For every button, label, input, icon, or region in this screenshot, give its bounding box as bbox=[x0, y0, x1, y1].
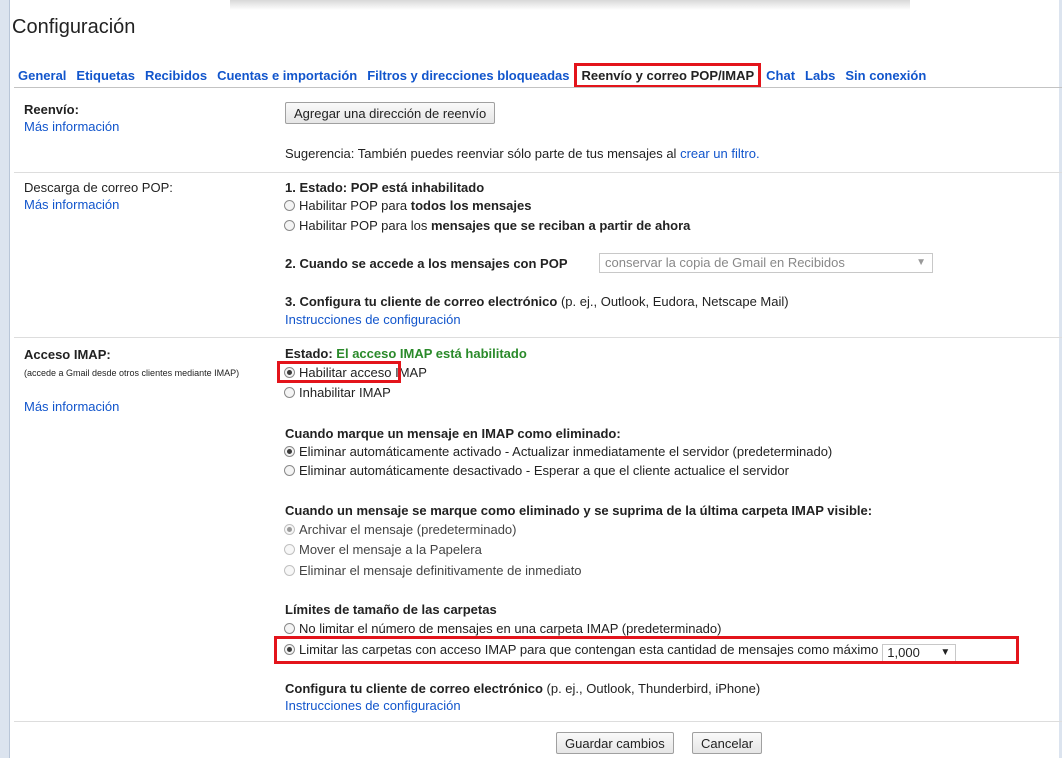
expunge-heading: Cuando un mensaje se marque como elimina… bbox=[285, 503, 873, 518]
window-left-border bbox=[0, 0, 9, 758]
radio-button[interactable] bbox=[284, 565, 295, 576]
imap-status: Estado: El acceso IMAP está habilitado bbox=[285, 346, 527, 361]
option-label-bold: mensajes que se reciban a partir de ahor… bbox=[431, 218, 691, 233]
tab-forwarding-pop-imap[interactable]: Reenvío y correo POP/IMAP bbox=[574, 63, 762, 88]
tab-labs[interactable]: Labs bbox=[805, 66, 835, 85]
chevron-down-icon: ▼ bbox=[916, 257, 926, 268]
option-label: Habilitar POP para los bbox=[299, 218, 428, 233]
window-left-border-line bbox=[9, 0, 10, 758]
radio-button[interactable] bbox=[284, 623, 295, 634]
option-label: Mover el mensaje a la Papelera bbox=[299, 542, 482, 557]
forwarding-tip-text: Sugerencia: También puedes reenviar sólo… bbox=[285, 146, 677, 161]
highlight-box bbox=[277, 361, 401, 383]
pop-enable-all-option[interactable]: Habilitar POP para todos los mensajes bbox=[284, 198, 531, 213]
radio-button[interactable] bbox=[284, 465, 295, 476]
radio-button[interactable] bbox=[284, 200, 295, 211]
option-label: Archivar el mensaje (predeterminado) bbox=[299, 522, 517, 537]
option-label: Eliminar automáticamente desactivado - E… bbox=[299, 463, 789, 478]
imap-status-label: Estado: bbox=[285, 346, 333, 361]
option-label: Habilitar POP para bbox=[299, 198, 408, 213]
radio-button[interactable] bbox=[284, 524, 295, 535]
auto-expunge-on-option[interactable]: Eliminar automáticamente activado - Actu… bbox=[284, 444, 832, 459]
select-value: conservar la copia de Gmail en Recibidos bbox=[605, 255, 845, 270]
pop-label: Descarga de correo POP: bbox=[24, 180, 173, 195]
option-label: Eliminar automáticamente activado - Actu… bbox=[299, 444, 833, 459]
cancel-button[interactable]: Cancelar bbox=[692, 732, 763, 754]
pop-status: 1. Estado: POP está inhabilitado bbox=[285, 180, 485, 195]
forwarding-tip: Sugerencia: También puedes reenviar sólo… bbox=[285, 146, 760, 161]
pop-client-examples: (p. ej., Outlook, Eudora, Netscape Mail) bbox=[560, 294, 789, 309]
tab-filters[interactable]: Filtros y direcciones bloqueadas bbox=[367, 66, 569, 85]
tab-offline[interactable]: Sin conexión bbox=[845, 66, 926, 85]
pop-access-label: 2. Cuando se accede a los mensajes con P… bbox=[285, 256, 568, 271]
deleted-heading: Cuando marque un mensaje en IMAP como el… bbox=[285, 426, 621, 441]
settings-tabs: General Etiquetas Recibidos Cuentas e impor… bbox=[18, 63, 936, 88]
section-divider bbox=[14, 721, 1062, 722]
page-title: Configuración bbox=[12, 16, 136, 38]
option-label: Inhabilitar IMAP bbox=[299, 385, 391, 400]
tab-general[interactable]: General bbox=[18, 66, 66, 85]
pop-client-setup: 3. Configura tu cliente de correo electr… bbox=[285, 294, 789, 309]
archive-option[interactable]: Archivar el mensaje (predeterminado) bbox=[284, 522, 516, 537]
forwarding-label: Reenvío: bbox=[24, 102, 79, 117]
radio-button[interactable] bbox=[284, 446, 295, 457]
create-filter-link[interactable]: crear un filtro. bbox=[680, 146, 759, 161]
pop-learn-more-link[interactable]: Más información bbox=[24, 197, 119, 212]
highlight-box bbox=[274, 636, 1019, 664]
radio-button[interactable] bbox=[284, 387, 295, 398]
option-label: Eliminar el mensaje definitivamente de i… bbox=[299, 563, 582, 578]
limits-heading: Límites de tamaño de las carpetas bbox=[285, 602, 497, 617]
no-limit-option[interactable]: No limitar el número de mensajes en una … bbox=[284, 621, 721, 636]
tab-labels[interactable]: Etiquetas bbox=[76, 66, 135, 85]
imap-status-value: El acceso IMAP está habilitado bbox=[336, 346, 527, 361]
tab-inbox[interactable]: Recibidos bbox=[145, 66, 207, 85]
section-divider bbox=[14, 337, 1062, 338]
delete-forever-option[interactable]: Eliminar el mensaje definitivamente de i… bbox=[284, 563, 582, 578]
tabs-divider bbox=[14, 87, 1062, 88]
trash-option[interactable]: Mover el mensaje a la Papelera bbox=[284, 542, 482, 557]
add-forwarding-address-button[interactable]: Agregar una dirección de reenvío bbox=[285, 102, 496, 124]
imap-learn-more-link[interactable]: Más información bbox=[24, 399, 119, 414]
option-label-bold: todos los mensajes bbox=[410, 198, 532, 213]
imap-label: Acceso IMAP: bbox=[24, 347, 111, 362]
imap-client-setup: Configura tu cliente de correo electróni… bbox=[285, 681, 760, 696]
radio-button[interactable] bbox=[284, 544, 295, 555]
save-changes-button[interactable]: Guardar cambios bbox=[556, 732, 674, 754]
auto-expunge-off-option[interactable]: Eliminar automáticamente desactivado - E… bbox=[284, 463, 789, 478]
section-divider bbox=[14, 172, 1062, 173]
forwarding-learn-more-link[interactable]: Más información bbox=[24, 119, 119, 134]
imap-disable-option[interactable]: Inhabilitar IMAP bbox=[284, 385, 391, 400]
tab-accounts[interactable]: Cuentas e importación bbox=[217, 66, 357, 85]
imap-sublabel: (accede a Gmail desde otros clientes med… bbox=[24, 368, 240, 378]
top-shadow bbox=[230, 0, 910, 10]
pop-client-heading: 3. Configura tu cliente de correo electr… bbox=[285, 294, 558, 309]
radio-button[interactable] bbox=[284, 220, 295, 231]
imap-client-heading: Configura tu cliente de correo electróni… bbox=[285, 681, 543, 696]
pop-instructions-link[interactable]: Instrucciones de configuración bbox=[285, 312, 461, 327]
pop-access-select[interactable]: conservar la copia de Gmail en Recibidos… bbox=[599, 253, 933, 273]
pop-enable-new-option[interactable]: Habilitar POP para los mensajes que se r… bbox=[284, 218, 690, 233]
imap-client-examples: (p. ej., Outlook, Thunderbird, iPhone) bbox=[546, 681, 761, 696]
option-label: No limitar el número de mensajes en una … bbox=[299, 621, 722, 636]
imap-instructions-link[interactable]: Instrucciones de configuración bbox=[285, 698, 461, 713]
tab-chat[interactable]: Chat bbox=[766, 66, 795, 85]
